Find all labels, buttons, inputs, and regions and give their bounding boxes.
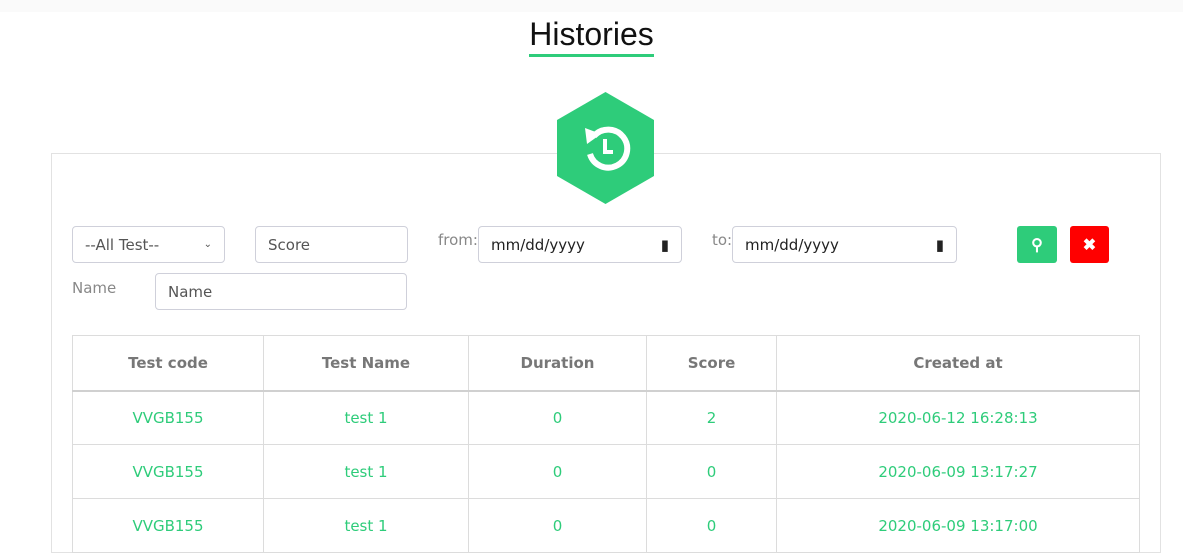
cell-test-code: VVGB155 (72, 444, 264, 499)
cell-duration: 0 (468, 444, 647, 499)
name-input[interactable]: Name (155, 273, 407, 310)
cell-created-at: 2020-06-09 13:17:00 (776, 498, 1140, 553)
header-test-name: Test Name (263, 335, 469, 392)
page-title: Histories (0, 14, 1183, 57)
cell-created-at: 2020-06-09 13:17:27 (776, 444, 1140, 499)
header-duration: Duration (468, 335, 647, 392)
name-label: Name (72, 279, 117, 297)
header-score: Score (646, 335, 777, 392)
cell-duration: 0 (468, 498, 647, 553)
test-select[interactable]: --All Test-- ⌄ (72, 226, 225, 263)
table-row[interactable]: VVGB155 test 1 0 0 2020-06-09 13:17:27 (72, 444, 1140, 499)
cell-test-code: VVGB155 (72, 390, 264, 445)
search-icon: ⚲ (1031, 236, 1043, 254)
cell-test-name: test 1 (263, 444, 469, 499)
cell-score: 0 (646, 444, 777, 499)
score-input[interactable]: Score (255, 226, 408, 263)
chevron-down-icon: ⌄ (203, 239, 212, 250)
table-row[interactable]: VVGB155 test 1 0 2 2020-06-12 16:28:13 (72, 390, 1140, 445)
cell-duration: 0 (468, 390, 647, 445)
to-label: to: (712, 231, 733, 249)
cell-score: 0 (646, 498, 777, 553)
calendar-icon[interactable]: ▮ (936, 236, 944, 254)
table-row[interactable]: VVGB155 test 1 0 0 2020-06-09 13:17:00 (72, 498, 1140, 553)
close-icon: ✖ (1082, 236, 1097, 254)
cell-test-name: test 1 (263, 390, 469, 445)
table-header: Test code Test Name Duration Score Creat… (72, 335, 1140, 392)
header-test-code: Test code (72, 335, 264, 392)
calendar-icon[interactable]: ▮ (661, 236, 669, 254)
histories-table: Test code Test Name Duration Score Creat… (72, 335, 1140, 553)
search-button[interactable]: ⚲ (1017, 226, 1057, 263)
cell-score: 2 (646, 390, 777, 445)
from-label: from: (438, 231, 478, 249)
cell-test-name: test 1 (263, 498, 469, 553)
cell-test-code: VVGB155 (72, 498, 264, 553)
to-date-input[interactable]: mm/dd/yyyy ▮ (732, 226, 957, 263)
header-created-at: Created at (776, 335, 1140, 392)
top-bar (0, 0, 1183, 12)
history-icon (557, 92, 654, 204)
clear-button[interactable]: ✖ (1070, 226, 1109, 263)
cell-created-at: 2020-06-12 16:28:13 (776, 390, 1140, 445)
from-date-input[interactable]: mm/dd/yyyy ▮ (478, 226, 682, 263)
